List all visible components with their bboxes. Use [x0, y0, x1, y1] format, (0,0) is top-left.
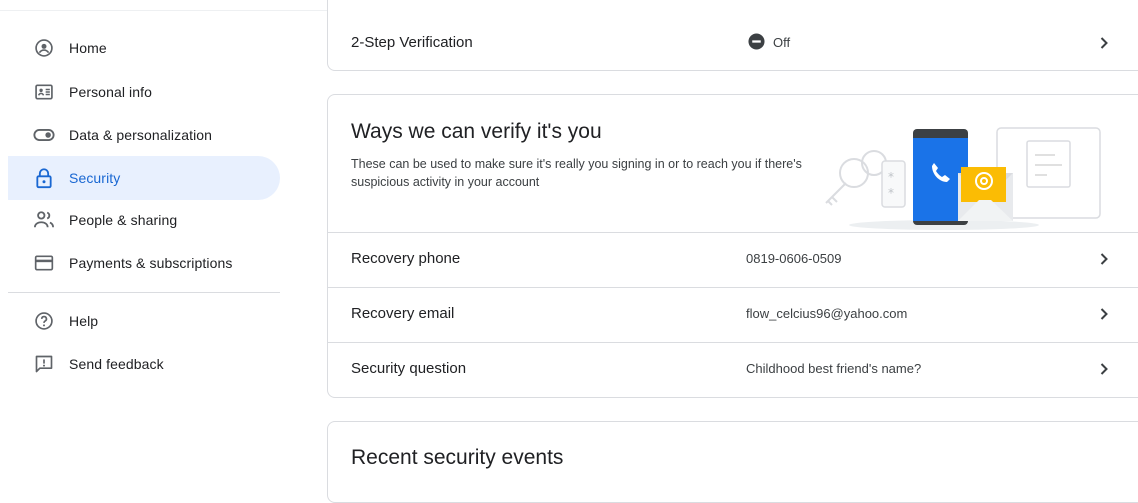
row-value: flow_celcius96@yahoo.com — [746, 306, 908, 321]
card-title: Ways we can verify it's you — [351, 120, 602, 143]
row-label: Recovery email — [351, 305, 455, 322]
sidebar-item-label: People & sharing — [69, 212, 178, 228]
sidebar-item-payments[interactable]: Payments & subscriptions — [8, 241, 280, 285]
card-description: These can be used to make sure it's real… — [351, 157, 802, 189]
sidebar-item-personal-info[interactable]: Personal info — [8, 70, 280, 114]
account-circle-icon — [33, 37, 55, 59]
credit-card-icon — [33, 252, 55, 274]
sidebar-item-send-feedback[interactable]: Send feedback — [8, 342, 280, 386]
row-label: Security question — [351, 360, 467, 377]
row-value: Childhood best friend's name? — [746, 361, 922, 376]
people-icon — [33, 209, 55, 231]
sidebar-item-home[interactable]: Home — [8, 26, 280, 70]
chevron-right-icon — [1098, 36, 1110, 55]
status-value: Off — [773, 35, 791, 50]
sidebar-item-label: Payments & subscriptions — [69, 255, 233, 271]
verification-illustration: * * — [816, 123, 1116, 231]
svg-text:*: * — [888, 186, 894, 200]
chevron-right-icon — [1098, 362, 1110, 381]
recovery-phone-row[interactable]: Recovery phone 0819-0606-0509 — [328, 233, 1138, 287]
sidebar-item-security[interactable]: Security — [8, 156, 280, 200]
chevron-right-icon — [1098, 252, 1110, 271]
id-card-icon — [33, 81, 55, 103]
recent-security-events-card: Recent security events — [327, 421, 1138, 503]
svg-text:*: * — [888, 170, 894, 184]
help-icon — [33, 310, 55, 332]
row-label: Recovery phone — [351, 250, 461, 267]
feedback-icon — [33, 353, 55, 375]
sidebar-item-help[interactable]: Help — [8, 299, 280, 343]
sidebar-item-label: Home — [69, 40, 107, 56]
sidebar-item-label: Help — [69, 313, 99, 329]
lock-icon — [33, 167, 55, 189]
row-value: 0819-0606-0509 — [746, 251, 842, 266]
sidebar-item-people-sharing[interactable]: People & sharing — [8, 198, 280, 242]
card-title: Recent security events — [351, 446, 564, 469]
sidebar-divider — [8, 292, 280, 293]
row-label: 2-Step Verification — [351, 34, 473, 51]
sidebar-item-label: Data & personalization — [69, 127, 213, 143]
sidebar-item-label: Personal info — [69, 84, 153, 100]
toggle-icon — [33, 124, 55, 146]
security-question-row[interactable]: Security question Childhood best friend'… — [328, 343, 1138, 397]
sidebar-item-label: Send feedback — [69, 356, 164, 372]
chevron-right-icon — [1098, 307, 1110, 326]
minus-circle-icon — [748, 33, 765, 55]
two-step-verification-row[interactable]: 2-Step Verification Off — [328, 16, 1138, 70]
sidebar-item-label: Security — [69, 170, 121, 186]
sidebar-item-data-personalization[interactable]: Data & personalization — [8, 113, 280, 157]
two-step-card: 2-Step Verification Off — [327, 0, 1138, 71]
verify-methods-card: Ways we can verify it's you These can be… — [327, 94, 1138, 398]
recovery-email-row[interactable]: Recovery email flow_celcius96@yahoo.com — [328, 288, 1138, 342]
